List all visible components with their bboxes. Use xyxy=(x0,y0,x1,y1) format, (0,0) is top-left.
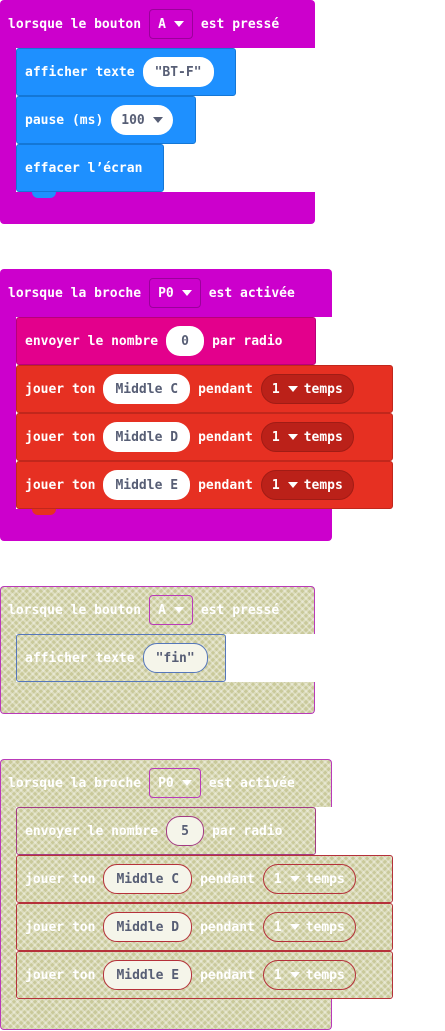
pause-label: pause (ms) xyxy=(25,112,104,128)
note-input[interactable]: Middle E xyxy=(103,960,193,990)
chevron-down-icon xyxy=(181,780,192,786)
string-input[interactable]: " BT-F " xyxy=(142,57,214,87)
number-input[interactable]: 0 xyxy=(166,326,205,356)
event-label-1: lorsque le bouton xyxy=(8,16,142,32)
chevron-down-icon xyxy=(289,924,300,930)
note-input[interactable]: Middle D xyxy=(103,912,193,942)
duration-label: pendant xyxy=(198,381,253,397)
duration-label: pendant xyxy=(200,919,255,935)
play-tone-block[interactable]: jouer ton Middle C pendant 1 temps xyxy=(16,855,393,903)
note-input[interactable]: Middle C xyxy=(103,374,191,404)
event-label-2: est pressé xyxy=(200,16,280,32)
note-input[interactable]: Middle C xyxy=(103,864,193,894)
chevron-down-icon xyxy=(181,290,192,296)
radio-send-label: envoyer le nombre xyxy=(25,333,159,349)
chevron-down-icon xyxy=(173,607,184,613)
chevron-down-icon xyxy=(173,21,184,27)
show-string-label: afficher texte xyxy=(25,650,135,666)
string-input[interactable]: " fin " xyxy=(142,643,208,673)
event-label-2: est pressé xyxy=(200,602,280,618)
chevron-down-icon xyxy=(287,482,298,488)
event-label-1: lorsque le bouton xyxy=(8,602,142,618)
radio-send-number-block[interactable]: envoyer le nombre 0 par radio xyxy=(16,317,316,365)
duration-label: pendant xyxy=(198,429,253,445)
show-string-label: afficher texte xyxy=(25,64,135,80)
pin-dropdown[interactable]: P0 xyxy=(149,768,201,798)
pause-block[interactable]: pause (ms) 100 xyxy=(16,96,196,144)
play-tone-block[interactable]: jouer ton Middle C pendant 1 temps xyxy=(16,365,393,413)
beats-dropdown[interactable]: 1 temps xyxy=(260,374,354,404)
beats-dropdown[interactable]: 1 temps xyxy=(260,422,354,452)
event-label-1: lorsque la broche xyxy=(8,285,142,301)
event-label-2: est activée xyxy=(208,285,295,301)
radio-send-number-block[interactable]: envoyer le nombre 5 par radio xyxy=(16,807,316,855)
show-string-block[interactable]: afficher texte " fin " xyxy=(16,634,226,682)
duration-label: pendant xyxy=(200,967,255,983)
note-input[interactable]: Middle E xyxy=(103,470,191,500)
play-tone-label: jouer ton xyxy=(25,871,96,887)
play-tone-block[interactable]: jouer ton Middle E pendant 1 temps xyxy=(16,461,393,509)
play-tone-block[interactable]: jouer ton Middle D pendant 1 temps xyxy=(16,413,393,461)
chevron-down-icon xyxy=(287,386,298,392)
pin-dropdown[interactable]: P0 xyxy=(149,278,201,308)
event-label-2: est activée xyxy=(208,775,295,791)
show-string-block[interactable]: afficher texte " BT-F " xyxy=(16,48,236,96)
chevron-down-icon xyxy=(287,434,298,440)
play-tone-label: jouer ton xyxy=(25,477,96,493)
beats-dropdown[interactable]: 1 temps xyxy=(262,912,356,942)
duration-label: pendant xyxy=(198,477,253,493)
chevron-down-icon xyxy=(289,972,300,978)
play-tone-label: jouer ton xyxy=(25,919,96,935)
play-tone-block[interactable]: jouer ton Middle E pendant 1 temps xyxy=(16,951,393,999)
radio-send-suffix: par radio xyxy=(212,333,283,349)
play-tone-block[interactable]: jouer ton Middle D pendant 1 temps xyxy=(16,903,393,951)
radio-send-suffix: par radio xyxy=(212,823,283,839)
clear-screen-label: effacer l’écran xyxy=(25,160,143,176)
button-dropdown[interactable]: A xyxy=(149,595,193,625)
play-tone-label: jouer ton xyxy=(25,381,96,397)
event-label-1: lorsque la broche xyxy=(8,775,142,791)
beats-dropdown[interactable]: 1 temps xyxy=(262,864,356,894)
pause-dropdown[interactable]: 100 xyxy=(111,105,173,135)
play-tone-label: jouer ton xyxy=(25,967,96,983)
play-tone-label: jouer ton xyxy=(25,429,96,445)
button-dropdown[interactable]: A xyxy=(149,9,193,39)
chevron-down-icon xyxy=(152,117,163,123)
radio-send-label: envoyer le nombre xyxy=(25,823,159,839)
duration-label: pendant xyxy=(200,871,255,887)
note-input[interactable]: Middle D xyxy=(103,422,191,452)
number-input[interactable]: 5 xyxy=(166,816,205,846)
beats-dropdown[interactable]: 1 temps xyxy=(262,960,356,990)
chevron-down-icon xyxy=(289,876,300,882)
beats-dropdown[interactable]: 1 temps xyxy=(260,470,354,500)
clear-screen-block[interactable]: effacer l’écran xyxy=(16,144,164,192)
